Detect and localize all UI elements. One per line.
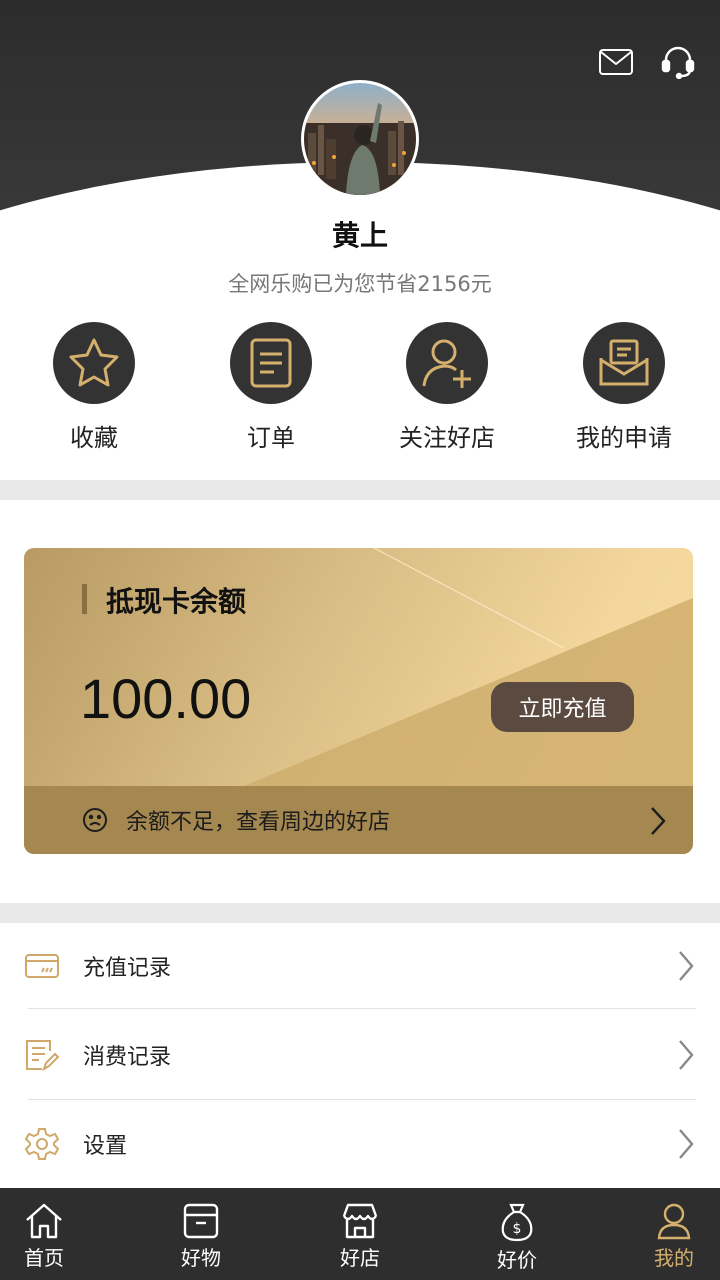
nav-label: 好价 xyxy=(497,1248,537,1272)
bill-edit-icon xyxy=(26,1040,60,1072)
card-title: 抵现卡余额 xyxy=(106,585,247,618)
balance-card: 抵现卡余额 100.00 立即充值 余额不足，查看周边的好店 xyxy=(24,548,693,854)
menu-item-recharge-records[interactable]: 充值记录 xyxy=(0,922,720,1010)
nav-mine[interactable]: 我的 xyxy=(624,1188,720,1280)
balance-amount: 100.00 xyxy=(80,667,252,730)
nav-home[interactable]: 首页 xyxy=(0,1188,94,1280)
nearby-stores-link[interactable]: 余额不足，查看周边的好店 xyxy=(24,786,693,854)
menu-label: 消费记录 xyxy=(83,1045,172,1070)
nav-deals[interactable]: $ 好价 xyxy=(467,1188,567,1280)
card-icon xyxy=(25,954,59,978)
user-icon xyxy=(657,1203,691,1240)
nearby-stores-text: 余额不足，查看周边的好店 xyxy=(126,810,391,835)
chevron-right-icon xyxy=(679,1040,694,1070)
star-icon xyxy=(53,322,135,404)
chevron-right-icon xyxy=(651,807,666,835)
quick-action-label: 收藏 xyxy=(70,424,118,452)
menu-label: 设置 xyxy=(83,1134,128,1159)
quick-action-applications[interactable]: 我的申请 xyxy=(536,322,712,453)
section-divider xyxy=(0,480,720,500)
recharge-button[interactable]: 立即充值 xyxy=(491,682,634,732)
nav-label: 好物 xyxy=(181,1246,221,1270)
quick-actions: 收藏 订单 关注好店 我的申请 xyxy=(0,322,720,462)
headset-icon[interactable] xyxy=(660,44,696,80)
profile-header: 黄上 全网乐购已为您节省2156元 收藏 订单 关注好店 我的申请 xyxy=(0,0,720,480)
menu-divider xyxy=(28,1008,696,1009)
bottom-nav: 首页 好物 好店 $ 好价 我的 xyxy=(0,1188,720,1280)
quick-action-favorites[interactable]: 收藏 xyxy=(6,322,182,453)
user-name: 黄上 xyxy=(331,219,388,252)
quick-action-label: 我的申请 xyxy=(576,424,672,452)
home-icon xyxy=(26,1203,62,1239)
nav-label: 好店 xyxy=(340,1246,380,1270)
gear-icon xyxy=(24,1128,60,1160)
mail-icon[interactable] xyxy=(598,44,634,80)
avatar[interactable] xyxy=(301,80,419,198)
envelope-document-icon xyxy=(583,322,665,404)
nav-goods[interactable]: 好物 xyxy=(151,1188,251,1280)
store-icon xyxy=(342,1203,378,1239)
menu-label: 充值记录 xyxy=(83,956,172,981)
box-icon xyxy=(183,1203,219,1239)
nav-label: 我的 xyxy=(654,1246,694,1270)
quick-action-orders[interactable]: 订单 xyxy=(183,322,359,453)
menu-item-settings[interactable]: 设置 xyxy=(0,1100,720,1188)
chevron-right-icon xyxy=(679,951,694,981)
chevron-right-icon xyxy=(679,1129,694,1159)
nav-label: 首页 xyxy=(24,1246,64,1270)
section-divider xyxy=(0,903,720,923)
sad-face-icon xyxy=(83,808,107,832)
savings-text: 全网乐购已为您节省2156元 xyxy=(228,272,492,296)
card-title-marker xyxy=(82,584,87,614)
menu-item-spending-records[interactable]: 消费记录 xyxy=(0,1011,720,1099)
quick-action-label: 关注好店 xyxy=(399,424,495,452)
order-list-icon xyxy=(230,322,312,404)
follow-user-icon xyxy=(406,322,488,404)
quick-action-follow-stores[interactable]: 关注好店 xyxy=(359,322,535,453)
money-bag-icon: $ xyxy=(501,1203,533,1242)
quick-action-label: 订单 xyxy=(247,424,295,452)
nav-stores[interactable]: 好店 xyxy=(310,1188,410,1280)
svg-text:$: $ xyxy=(513,1221,522,1237)
